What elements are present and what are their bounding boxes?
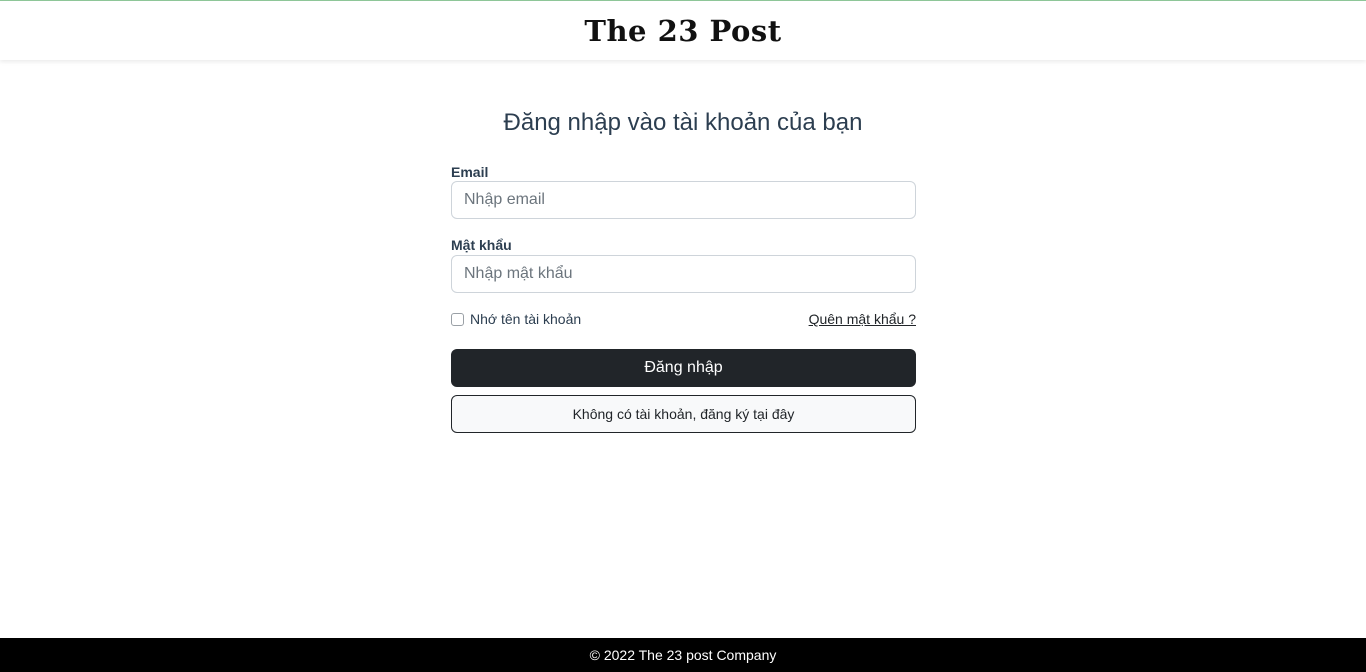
site-footer: © 2022 The 23 post Company: [0, 638, 1366, 672]
page: The 23 Post Đăng nhập vào tài khoản của …: [0, 0, 1366, 672]
password-field[interactable]: [451, 255, 916, 293]
site-logo[interactable]: The 23 Post: [584, 16, 781, 46]
register-button[interactable]: Không có tài khoản, đăng ký tại đây: [451, 395, 916, 433]
forgot-password-link[interactable]: Quên mật khẩu ?: [809, 311, 916, 327]
page-title: Đăng nhập vào tài khoản của bạn: [503, 109, 863, 136]
remember-label: Nhớ tên tài khoản: [470, 311, 582, 327]
remember-me[interactable]: Nhớ tên tài khoản: [451, 311, 581, 327]
remember-checkbox[interactable]: [451, 312, 464, 326]
site-header: The 23 Post: [0, 1, 1366, 60]
email-field[interactable]: [451, 181, 916, 219]
login-button[interactable]: Đăng nhập: [451, 349, 916, 387]
email-label: Email: [451, 164, 489, 180]
password-label: Mật khẩu: [451, 237, 512, 253]
footer-copyright: © 2022 The 23 post Company: [589, 647, 777, 663]
